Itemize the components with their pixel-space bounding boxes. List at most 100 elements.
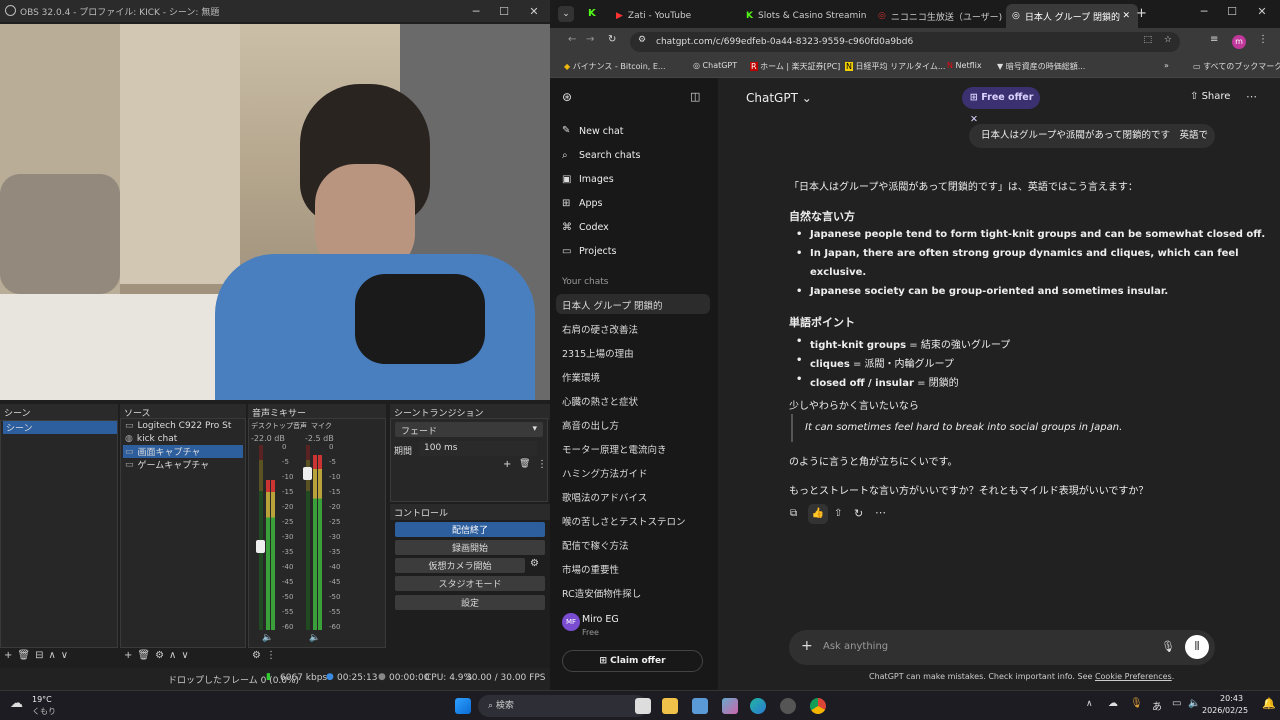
close-icon[interactable]: ✕ [970, 114, 978, 125]
more-options-icon[interactable]: ⋯ [1246, 90, 1257, 103]
chrome-menu-icon[interactable]: ⋮ [1258, 34, 1268, 45]
search-box[interactable]: ⌕ 検索 [478, 695, 648, 717]
regenerate-icon[interactable]: ↻ [854, 507, 863, 520]
chat-history-item[interactable]: ハミング方法ガイド [562, 466, 648, 480]
sources-toolbar[interactable]: +🗑⚙∧∨ [124, 650, 194, 661]
chat-history-item[interactable]: 高音の出し方 [562, 418, 619, 432]
model-selector[interactable]: ChatGPT ⌄ [746, 91, 812, 105]
maximize-icon[interactable]: ☐ [1218, 0, 1246, 22]
user-name[interactable]: Miro EG [582, 614, 619, 625]
back-icon[interactable]: ← [568, 34, 576, 45]
menu-list-icon[interactable]: ≡ [1210, 34, 1218, 45]
minimize-icon[interactable]: ─ [462, 0, 490, 22]
voice-mode-icon[interactable]: ⫼ [1185, 635, 1209, 659]
volume-slider-handle[interactable] [303, 467, 312, 480]
profile-avatar[interactable]: m [1232, 35, 1246, 49]
minimize-icon[interactable]: ─ [1190, 0, 1218, 22]
sidebar-item-images[interactable]: Images [579, 174, 614, 185]
sidebar-toggle-icon[interactable]: ◫ [690, 90, 700, 103]
task-view-icon[interactable] [635, 698, 651, 714]
speaker-icon[interactable]: 🔈 [309, 633, 320, 643]
mixer-toolbar[interactable]: ⚙⋮ [252, 650, 281, 661]
all-bookmarks[interactable]: ▭ すべてのブックマーク [1193, 61, 1280, 72]
close-icon[interactable]: ✕ [1248, 0, 1276, 22]
openai-logo-icon[interactable]: ⊛ [562, 90, 572, 104]
tab-youtube[interactable]: ▶ Zati - YouTube [610, 4, 738, 28]
volume-icon[interactable]: 🔈 [1188, 698, 1200, 709]
scene-item[interactable]: シーン [3, 421, 117, 434]
reload-icon[interactable]: ↻ [608, 34, 616, 45]
network-icon[interactable]: ▭ [1172, 698, 1181, 709]
url-input[interactable]: ⚙ chatgpt.com/c/699edfeb-0a44-8323-9559-c… [630, 32, 1180, 52]
volume-slider-handle[interactable] [256, 540, 265, 553]
chat-history-item[interactable]: 右肩の硬さ改善法 [562, 322, 638, 336]
duration-input[interactable]: 100 ms [419, 441, 537, 456]
weather-icon[interactable]: ☁ [10, 696, 23, 711]
start-recording-button[interactable]: 録画開始 [395, 540, 545, 555]
studio-mode-button[interactable]: スタジオモード [395, 576, 545, 591]
source-item[interactable]: ◍ kick chat [125, 432, 243, 445]
thumbs-up-icon[interactable]: 👍 [808, 504, 828, 524]
clock-date[interactable]: 2026/02/25 [1202, 706, 1248, 715]
bookmark-item[interactable]: ◎ ChatGPT [693, 61, 737, 70]
kick-favicon-icon[interactable]: K [588, 8, 596, 19]
explorer-icon[interactable] [662, 698, 678, 714]
trash-icon[interactable]: 🗑 [519, 459, 530, 469]
ime-icon[interactable]: あ [1152, 698, 1162, 713]
sidebar-item-apps[interactable]: Apps [579, 198, 603, 209]
share-button[interactable]: ⇧ Share [1190, 91, 1230, 102]
claim-offer-button[interactable]: ⊞ Claim offer [562, 650, 703, 672]
tray-overflow-icon[interactable]: ∧ [1086, 699, 1093, 709]
sidebar-item-new-chat[interactable]: New chat [579, 126, 624, 137]
cookie-preferences-link[interactable]: Cookie Preferences [1095, 672, 1172, 681]
gear-icon[interactable]: ⚙ [530, 558, 539, 569]
bookmark-item[interactable]: R ホーム | 楽天証券[PC] [750, 61, 840, 72]
bookmark-item[interactable]: N 日経平均 リアルタイム... [845, 61, 945, 72]
bookmark-item[interactable]: N Netflix [947, 61, 982, 70]
more-icon[interactable]: ⋯ [875, 506, 886, 519]
chat-history-item[interactable]: 2315上場の理由 [562, 346, 634, 360]
obs-icon[interactable] [780, 698, 796, 714]
maximize-icon[interactable]: ☐ [490, 0, 518, 22]
notification-icon[interactable]: 🔔 [1262, 697, 1276, 710]
settings-button[interactable]: 設定 [395, 595, 545, 610]
mic-tray-icon[interactable]: 🎙 [1130, 698, 1143, 709]
source-item[interactable]: ▭ 画面キャプチャ [123, 445, 243, 458]
more-icon[interactable]: ⋮ [537, 459, 547, 470]
virtual-camera-button[interactable]: 仮想カメラ開始 [395, 558, 525, 573]
transition-select[interactable]: フェード ▾ [395, 422, 543, 437]
translate-icon[interactable]: ⬚ [1143, 35, 1152, 45]
chat-history-item[interactable]: 作業環境 [562, 370, 600, 384]
add-attachment-icon[interactable]: + [801, 638, 813, 654]
chat-history-item[interactable]: モーター原理と電流向き [562, 442, 667, 456]
close-tab-icon[interactable]: ✕ [1122, 11, 1130, 21]
chat-history-item[interactable]: 配信で稼ぐ方法 [562, 538, 629, 552]
chat-history-item[interactable]: RC造安価物件探し [562, 586, 641, 600]
sidebar-item-search[interactable]: Search chats [579, 150, 640, 161]
cloud-icon[interactable]: ☁ [1108, 698, 1118, 709]
start-icon[interactable] [455, 698, 471, 714]
tab-search-icon[interactable]: ⌄ [558, 6, 574, 22]
microphone-icon[interactable]: 🎙 [1161, 640, 1175, 653]
free-offer-badge[interactable]: ⊞ Free offer ✕ [962, 87, 1040, 125]
chat-history-item[interactable]: 市場の重要性 [562, 562, 619, 576]
new-tab-icon[interactable]: + [1136, 6, 1147, 21]
copy-icon[interactable]: ⧉ [790, 508, 797, 519]
chat-history-item[interactable]: 歌唱法のアドバイス [562, 490, 647, 504]
edge-icon[interactable] [750, 698, 766, 714]
copilot-icon[interactable] [722, 698, 738, 714]
tab-chatgpt[interactable]: ◎ 日本人 グループ 閉鎖的 ✕ [1006, 4, 1138, 28]
prompt-input[interactable]: Ask anything [823, 641, 888, 652]
chat-history-item[interactable]: 日本人 グループ 閉鎖的 [562, 298, 662, 312]
share-icon[interactable]: ⇧ [834, 508, 842, 519]
source-item[interactable]: ▭ Logitech C922 Pro St [125, 419, 243, 432]
avatar[interactable]: MF [562, 613, 580, 631]
sidebar-item-projects[interactable]: Projects [579, 246, 616, 257]
bookmark-star-icon[interactable]: ☆ [1164, 35, 1172, 45]
chrome-icon[interactable] [810, 698, 826, 714]
close-icon[interactable]: ✕ [520, 0, 548, 22]
tab-slots[interactable]: K Slots & Casino Streamin [740, 4, 870, 28]
source-item[interactable]: ▭ ゲームキャプチャ [125, 458, 243, 472]
chat-history-item[interactable]: 心臓の熱さと症状 [562, 394, 638, 408]
forward-icon[interactable]: → [586, 34, 594, 45]
